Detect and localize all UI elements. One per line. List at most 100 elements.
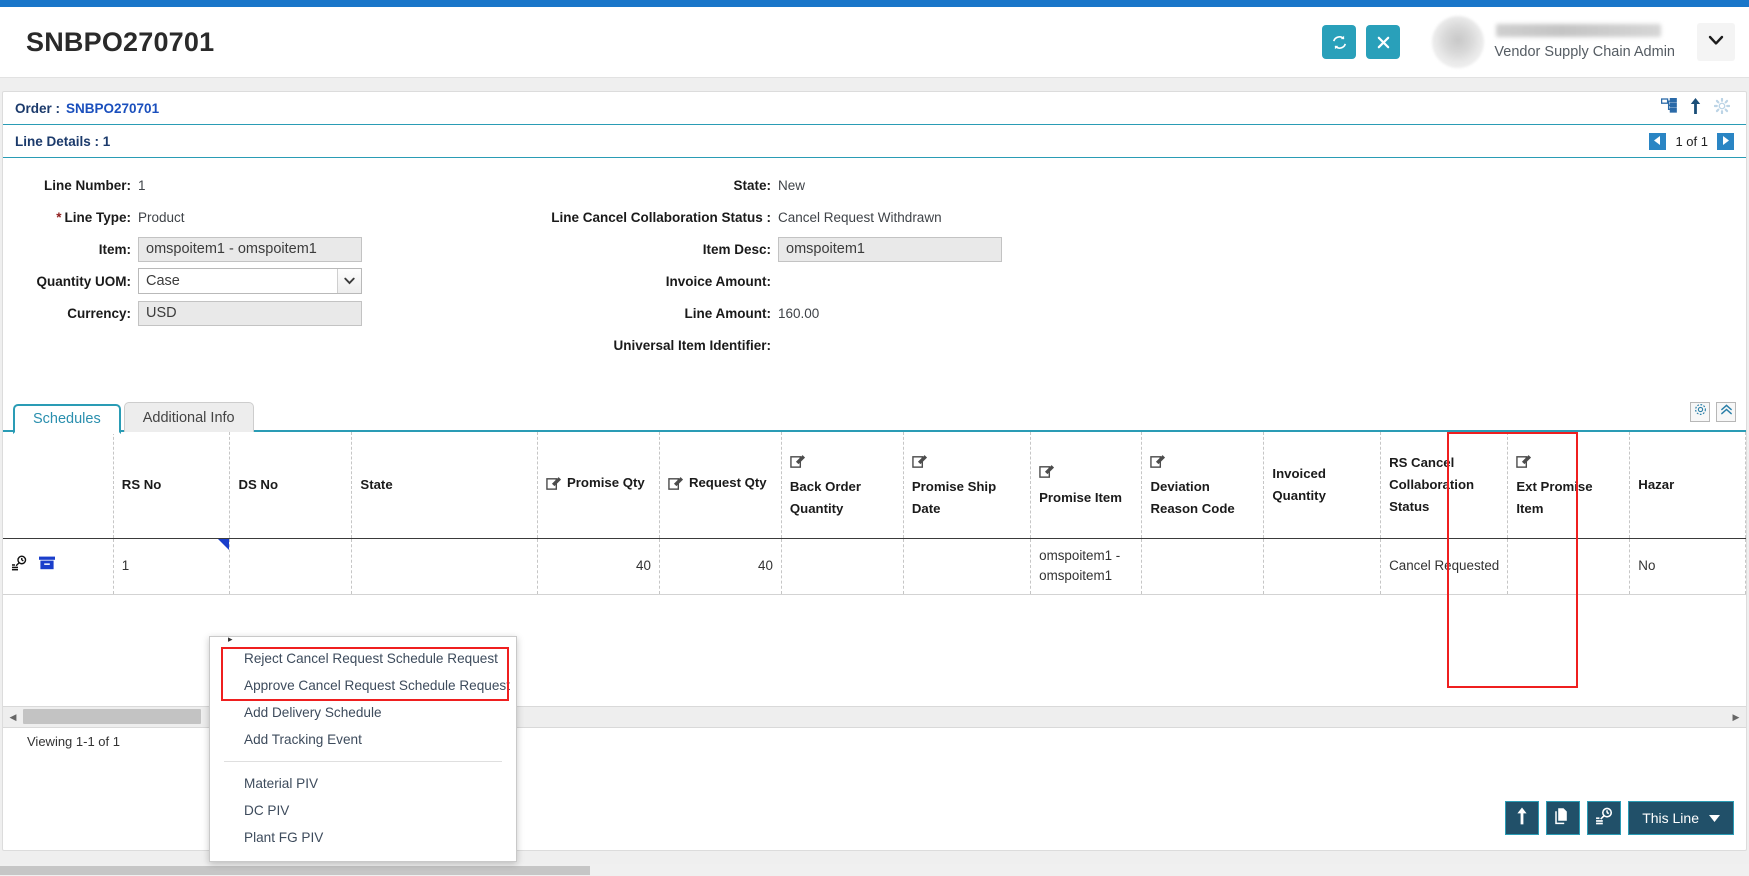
- pager-prev-button[interactable]: [1649, 133, 1666, 150]
- form-right-column: State: New Line Cancel Collaboration Sta…: [423, 172, 1002, 364]
- grid-settings-button[interactable]: [1690, 402, 1710, 422]
- tab-additional-info[interactable]: Additional Info: [124, 402, 254, 432]
- user-menu[interactable]: Vendor Supply Chain Admin: [1432, 14, 1675, 70]
- gear-icon[interactable]: [1714, 98, 1730, 119]
- field-universal-item-identifier: Universal Item Identifier:: [423, 332, 1002, 358]
- table-row[interactable]: 1 40 40 omspoitem1 - omspoitem1: [3, 538, 1746, 594]
- tab-bar: Schedules Additional Info: [13, 402, 254, 432]
- column-header-rs-cancel-collaboration-status[interactable]: RS Cancel Collaboration Status: [1381, 432, 1508, 538]
- field-value: 1: [138, 178, 146, 193]
- menu-item-approve-cancel-request-schedule-request[interactable]: Approve Cancel Request Schedule Request: [210, 672, 516, 699]
- collapse-panel-button[interactable]: [1716, 402, 1736, 422]
- field-value: New: [778, 178, 805, 193]
- field-label: Item Desc:: [423, 242, 771, 257]
- hierarchy-icon[interactable]: [1661, 98, 1677, 118]
- field-value: Cancel Request Withdrawn: [778, 210, 942, 225]
- required-marker: *: [56, 210, 61, 225]
- field-value: Product: [138, 210, 185, 225]
- cell-promise-item[interactable]: omspoitem1 - omspoitem1: [1031, 538, 1142, 594]
- quantity-uom-select[interactable]: Case: [138, 268, 362, 294]
- field-quantity-uom: Quantity UOM: Case: [3, 268, 362, 294]
- cell-back-order-quantity[interactable]: [781, 538, 903, 594]
- cell-ext-promise-item[interactable]: [1508, 538, 1630, 594]
- menu-item-label: Reject Cancel Request Schedule Request: [244, 651, 498, 666]
- page-scrollbar-thumb[interactable]: [0, 866, 590, 875]
- page-title: SNBPO270701: [26, 27, 214, 58]
- column-header-actions: [3, 432, 113, 538]
- field-label: Currency:: [3, 306, 131, 321]
- select-value: Case: [146, 273, 180, 289]
- menu-item-add-delivery-schedule[interactable]: Add Delivery Schedule: [210, 699, 516, 726]
- item-desc-input[interactable]: omspoitem1: [778, 237, 1002, 262]
- column-header-state[interactable]: State: [352, 432, 538, 538]
- menu-item-add-tracking-event[interactable]: Add Tracking Event: [210, 726, 516, 753]
- column-header-invoiced-quantity[interactable]: Invoiced Quantity: [1264, 432, 1381, 538]
- user-menu-toggle[interactable]: [1697, 23, 1735, 61]
- cell-hazardous[interactable]: No: [1630, 538, 1746, 594]
- this-line-dropdown-button[interactable]: This Line: [1628, 801, 1734, 835]
- column-header-promise-qty[interactable]: Promise Qty: [538, 432, 660, 538]
- chevron-down-icon[interactable]: [337, 269, 361, 293]
- order-breadcrumb-bar: Order : SNBPO270701: [3, 92, 1746, 125]
- copy-button[interactable]: [1546, 801, 1580, 835]
- cell-promise-qty[interactable]: 40: [538, 538, 660, 594]
- package-icon[interactable]: [38, 555, 56, 577]
- currency-input[interactable]: USD: [138, 301, 362, 326]
- close-button[interactable]: [1366, 25, 1400, 59]
- history-button[interactable]: [1587, 801, 1621, 835]
- cell-state[interactable]: [352, 538, 538, 594]
- double-chevron-up-icon: [1720, 403, 1733, 421]
- scroll-right-button[interactable]: ▶: [1726, 707, 1746, 727]
- edit-icon: [790, 457, 805, 472]
- column-header-request-qty[interactable]: Request Qty: [659, 432, 781, 538]
- tab-schedules[interactable]: Schedules: [13, 404, 121, 434]
- edit-icon: [1039, 467, 1054, 482]
- menu-item-reject-cancel-request-schedule-request[interactable]: Reject Cancel Request Schedule Request: [210, 645, 516, 672]
- cell-rs-cancel-collaboration-status[interactable]: Cancel Requested: [1381, 538, 1508, 594]
- scroll-left-button[interactable]: ◀: [3, 707, 23, 727]
- field-item: Item: omspoitem1 - omspoitem1: [3, 236, 362, 262]
- column-header-ext-promise-item[interactable]: Ext Promise Item: [1508, 432, 1630, 538]
- upload-button[interactable]: [1505, 801, 1539, 835]
- edit-icon: [546, 479, 561, 494]
- field-currency: Currency: USD: [3, 300, 362, 326]
- column-header-ds-no[interactable]: DS No: [230, 432, 352, 538]
- cell-invoiced-quantity[interactable]: [1264, 538, 1381, 594]
- edit-icon: [1516, 457, 1531, 472]
- column-header-deviation-reason-code[interactable]: Deviation Reason Code: [1142, 432, 1264, 538]
- order-label: Order :: [15, 101, 60, 116]
- column-header-back-order-quantity[interactable]: Back Order Quantity: [781, 432, 903, 538]
- field-label: Quantity UOM:: [3, 274, 131, 289]
- column-header-promise-item[interactable]: Promise Item: [1031, 432, 1142, 538]
- menu-item-material-piv[interactable]: Material PIV: [210, 770, 516, 797]
- page-body: Order : SNBPO270701: [0, 78, 1749, 876]
- menu-item-label: DC PIV: [244, 803, 289, 818]
- line-pager: 1 of 1: [1649, 133, 1734, 150]
- cell-request-qty[interactable]: 40: [659, 538, 781, 594]
- cell-deviation-reason-code[interactable]: [1142, 538, 1264, 594]
- row-context-menu: ▸ Reject Cancel Request Schedule Request…: [209, 636, 517, 862]
- column-header-promise-ship-date[interactable]: Promise Ship Date: [903, 432, 1030, 538]
- caret-down-icon: [1709, 809, 1720, 827]
- menu-separator: [224, 761, 502, 762]
- cell-ds-no[interactable]: [230, 538, 352, 594]
- field-label: State:: [423, 178, 771, 193]
- cell-rs-no[interactable]: 1: [113, 538, 230, 594]
- avatar: [1432, 16, 1484, 68]
- column-header-rs-no[interactable]: RS No: [113, 432, 230, 538]
- field-item-desc: Item Desc: omspoitem1: [423, 236, 1002, 262]
- page-horizontal-scrollbar[interactable]: [0, 864, 1749, 876]
- cell-promise-ship-date[interactable]: [903, 538, 1030, 594]
- history-search-icon[interactable]: [11, 555, 28, 577]
- order-number-link[interactable]: SNBPO270701: [66, 101, 159, 116]
- line-details-bar: Line Details : 1 1 of 1: [3, 125, 1746, 158]
- refresh-button[interactable]: [1322, 25, 1356, 59]
- scrollbar-thumb[interactable]: [23, 709, 201, 724]
- menu-item-plant-fg-piv[interactable]: Plant FG PIV: [210, 824, 516, 851]
- pager-next-button[interactable]: [1717, 133, 1734, 150]
- upload-arrow-icon[interactable]: [1690, 98, 1701, 119]
- column-header-hazardous[interactable]: Hazar: [1630, 432, 1746, 538]
- menu-item-dc-piv[interactable]: DC PIV: [210, 797, 516, 824]
- field-state: State: New: [423, 172, 1002, 198]
- item-input[interactable]: omspoitem1 - omspoitem1: [138, 237, 362, 262]
